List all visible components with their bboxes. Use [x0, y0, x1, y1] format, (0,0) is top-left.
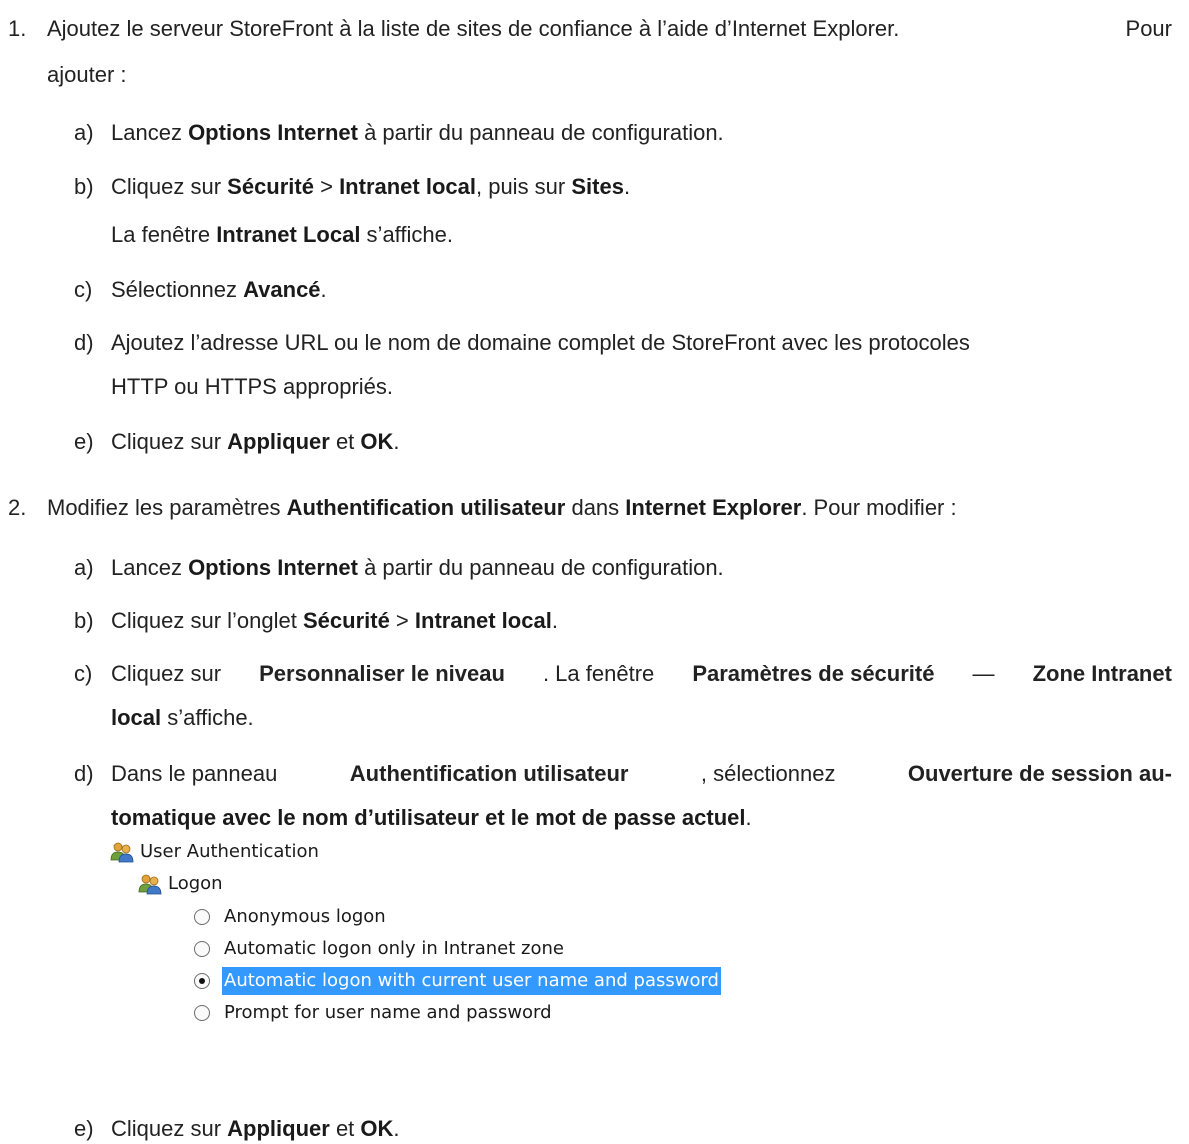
step-1-text: Ajoutez le serveur StoreFront à la liste… — [47, 14, 1172, 44]
substep-letter: c) — [74, 661, 93, 686]
substep-letter: a) — [74, 555, 94, 580]
radio-label[interactable]: Prompt for user name and password — [224, 999, 552, 1027]
substep-2b-text: Cliquez sur l’onglet Sécurité > Intranet… — [111, 608, 558, 633]
step-1-text-end: Pour — [1125, 16, 1172, 41]
step-2-text: Modifiez les paramètres Authentification… — [47, 495, 957, 520]
step-1-number: 1. — [8, 16, 27, 41]
users-icon — [110, 841, 134, 863]
substep-1c-text: Sélectionnez Avancé. — [111, 277, 327, 302]
radio-option[interactable]: Anonymous logon — [194, 903, 386, 931]
radio-option-selected[interactable]: Automatic logon with current user name a… — [194, 967, 721, 995]
substep-1d-text: Ajoutez l’adresse URL ou le nom de domai… — [111, 330, 970, 355]
step-2-number: 2. — [8, 495, 27, 520]
radio-button[interactable] — [194, 1005, 210, 1021]
radio-option[interactable]: Automatic logon only in Intranet zone — [194, 935, 564, 963]
substep-2d-text: Dans le panneau Authentification utilisa… — [111, 761, 1172, 786]
users-icon — [138, 873, 162, 895]
radio-label[interactable]: Anonymous logon — [224, 903, 386, 931]
substep-1e-text: Cliquez sur Appliquer et OK. — [111, 429, 400, 454]
subgroup-row: Logon — [138, 870, 223, 898]
substep-letter: d) — [74, 761, 94, 786]
substep-letter: e) — [74, 1116, 94, 1141]
substep-letter: a) — [74, 120, 94, 145]
radio-button-selected[interactable] — [194, 973, 210, 989]
group-row: User Authentication — [110, 838, 319, 866]
substep-letter: c) — [74, 277, 93, 302]
substep-letter: e) — [74, 429, 94, 454]
subgroup-label: Logon — [168, 873, 223, 894]
group-label: User Authentication — [140, 841, 319, 862]
substep-letter: d) — [74, 330, 94, 355]
radio-button[interactable] — [194, 909, 210, 925]
user-authentication-screenshot: User Authentication Logon Anonymous logo… — [110, 838, 770, 1038]
substep-2d-text-cont: tomatique avec le nom d’utilisateur et l… — [111, 805, 752, 830]
radio-option[interactable]: Prompt for user name and password — [194, 999, 552, 1027]
radio-button[interactable] — [194, 941, 210, 957]
step-1-text-cont: ajouter : — [47, 62, 127, 87]
substep-1d-text-cont: HTTP ou HTTPS appropriés. — [111, 374, 394, 399]
radio-label[interactable]: Automatic logon only in Intranet zone — [224, 935, 564, 963]
substep-letter: b) — [74, 608, 94, 633]
substep-2c-text: Cliquez sur Personnaliser le niveau . La… — [111, 661, 1172, 686]
substep-2e-text: Cliquez sur Appliquer et OK. — [111, 1116, 400, 1141]
substep-letter: b) — [74, 174, 94, 199]
radio-label-selected[interactable]: Automatic logon with current user name a… — [222, 967, 721, 995]
substep-2a-text: Lancez Options Internet à partir du pann… — [111, 555, 724, 580]
substep-1b-text: Cliquez sur Sécurité > Intranet local, p… — [111, 174, 631, 199]
substep-2c-text-cont: local s’affiche. — [111, 705, 254, 730]
step-1-text-start: Ajoutez le serveur StoreFront à la liste… — [47, 16, 900, 41]
substep-1a-text: Lancez Options Internet à partir du pann… — [111, 120, 724, 145]
substep-1b-note: La fenêtre Intranet Local s’affiche. — [111, 222, 453, 247]
